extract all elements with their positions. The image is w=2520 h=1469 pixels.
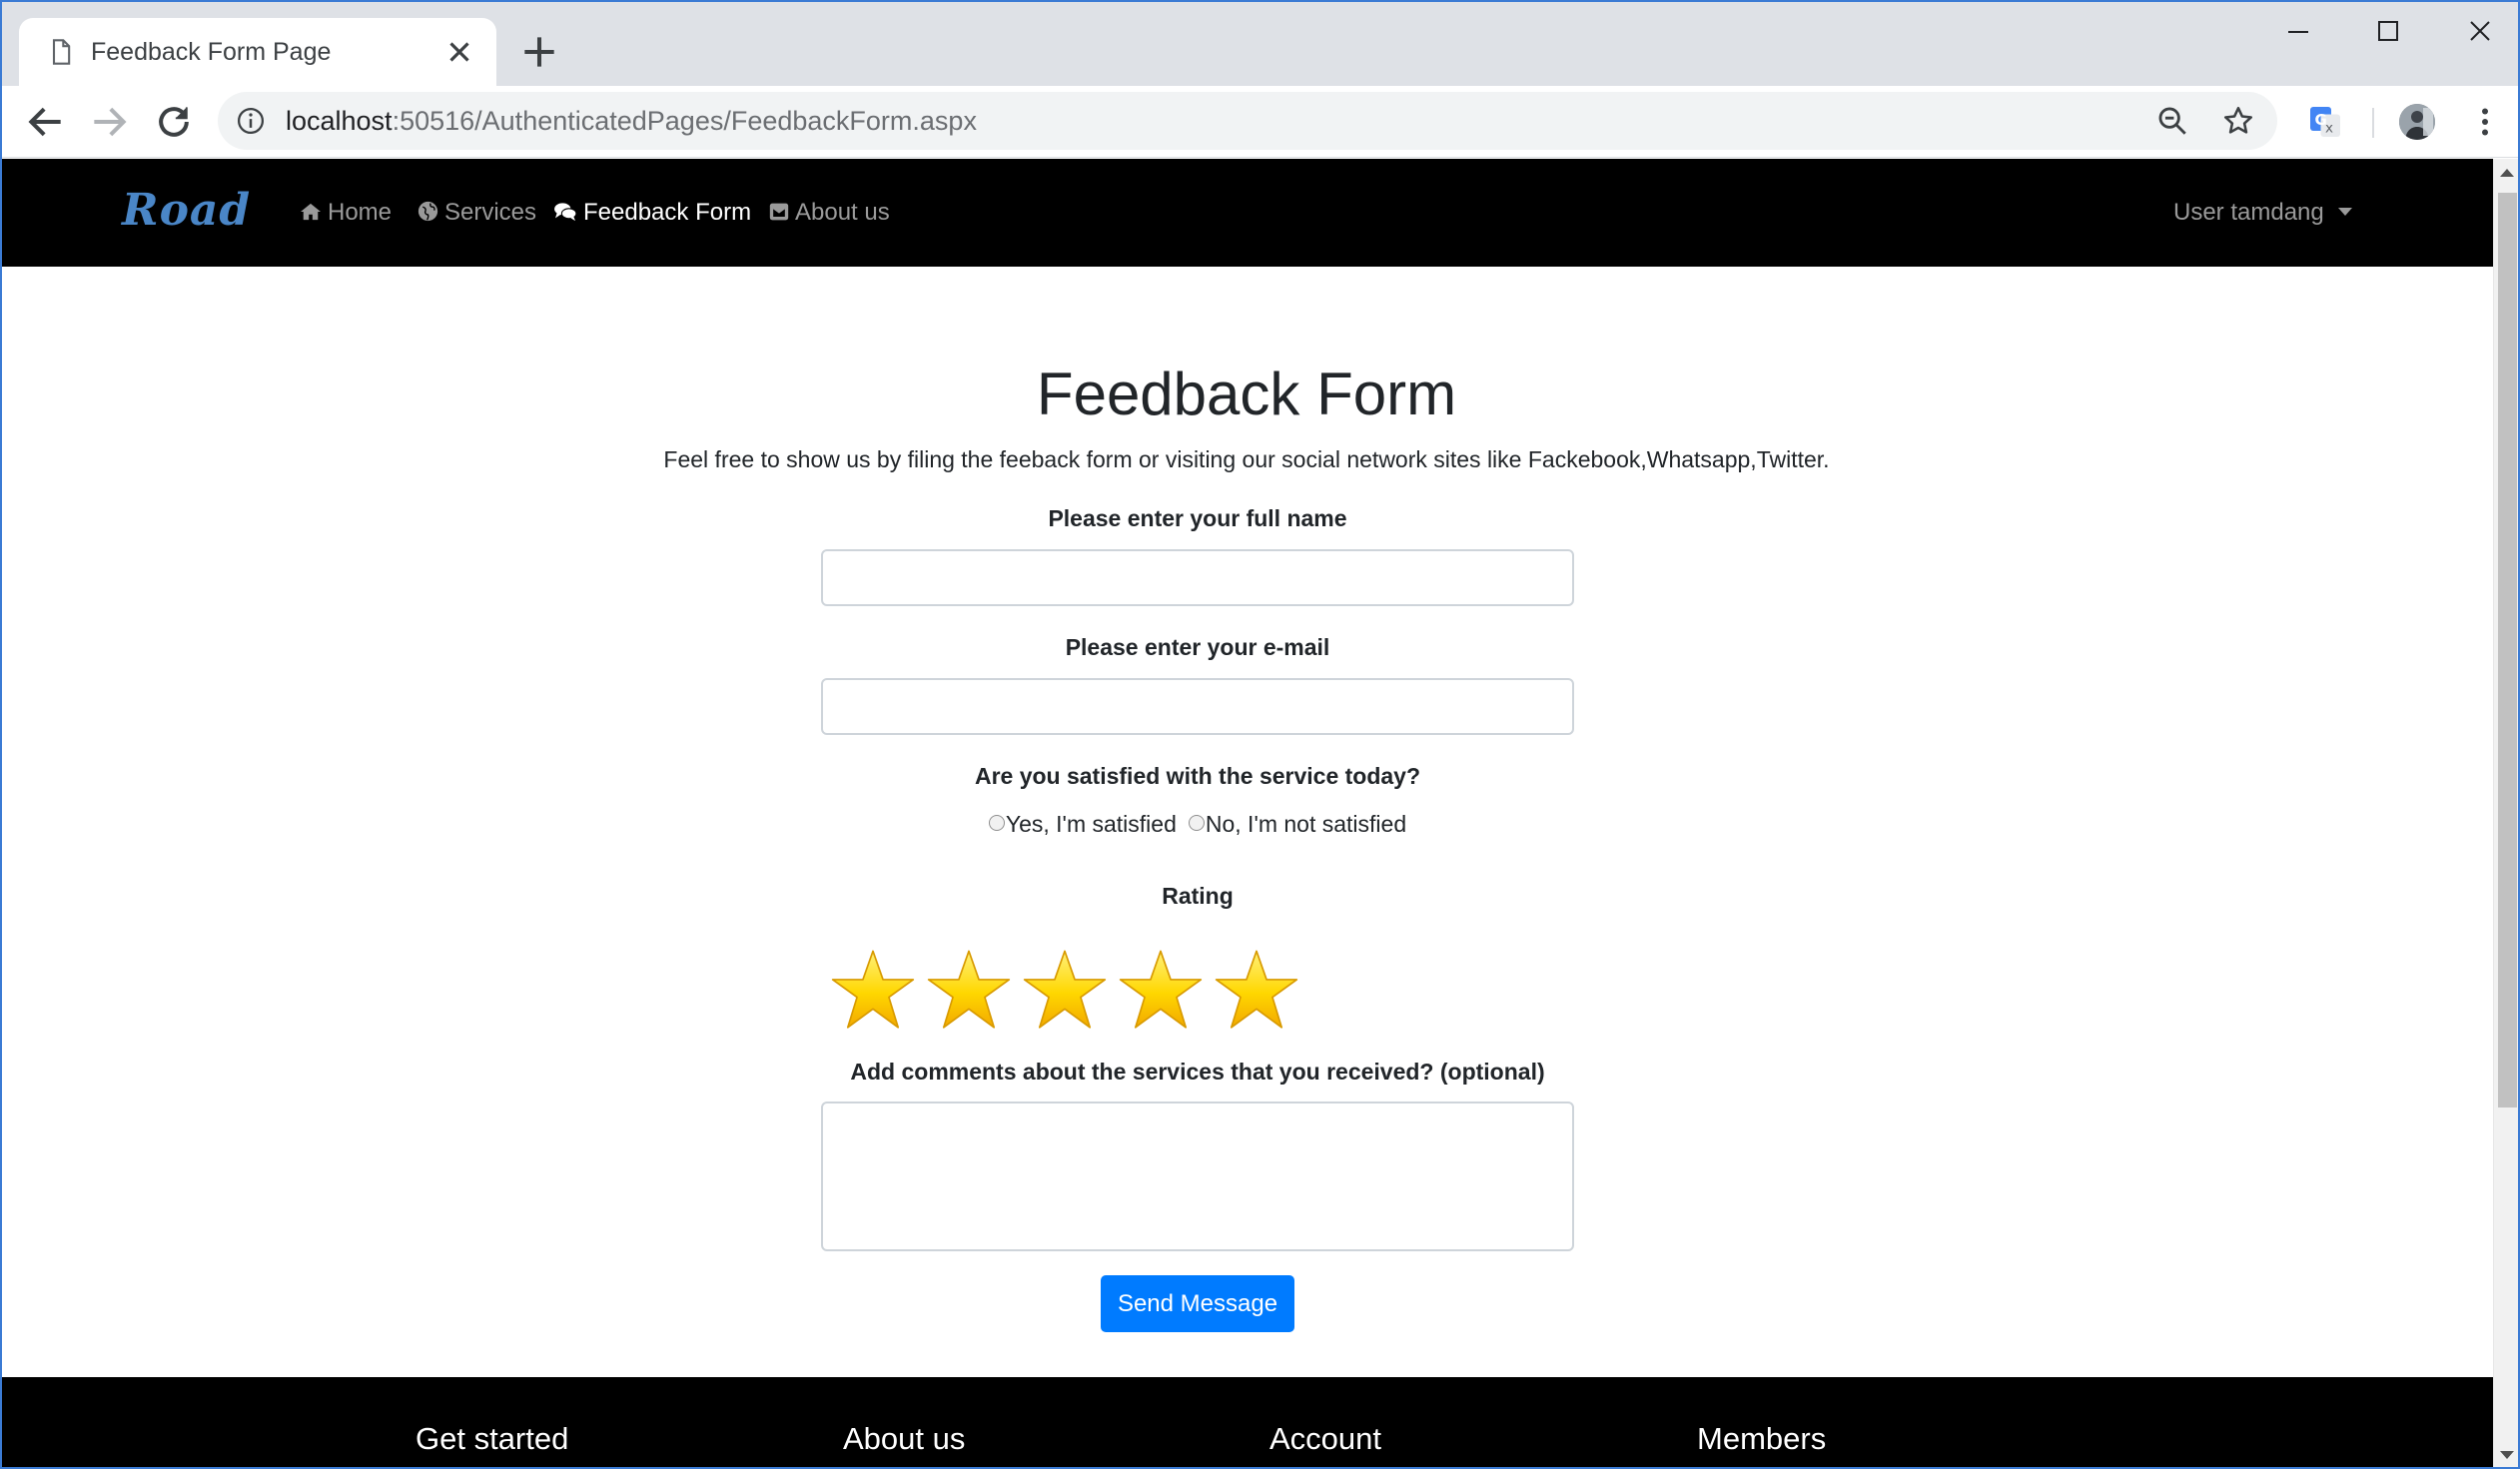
- envelope-icon: [769, 203, 789, 220]
- comments-label: Add comments about the services that you…: [850, 1059, 1545, 1085]
- minimize-icon[interactable]: [2268, 12, 2328, 52]
- maximize-icon[interactable]: [2358, 12, 2418, 52]
- reload-icon[interactable]: [152, 100, 196, 144]
- scroll-down-arrow-icon[interactable]: [2500, 1451, 2514, 1459]
- bookmark-star-icon[interactable]: [2221, 104, 2255, 138]
- satisfied-no-radio[interactable]: [1188, 814, 1205, 831]
- footer-heading-account: Account: [1269, 1421, 1382, 1456]
- menu-dots-icon[interactable]: [2467, 104, 2503, 140]
- scroll-up-arrow-icon[interactable]: [2500, 169, 2514, 177]
- nav-feedback-link[interactable]: Feedback Form: [553, 191, 751, 235]
- address-bar[interactable]: localhost:50516/AuthenticatedPages/Feedb…: [218, 92, 2277, 150]
- caret-down-icon: [2337, 207, 2352, 216]
- send-message-button[interactable]: Send Message: [1101, 1275, 1294, 1332]
- footer-heading-members: Members: [1697, 1421, 1827, 1456]
- email-input[interactable]: [821, 678, 1574, 735]
- forward-arrow-icon[interactable]: [87, 100, 131, 144]
- brand-logo[interactable]: Road: [122, 181, 251, 241]
- toolbar-separator: [2372, 108, 2374, 138]
- browser-tab[interactable]: Feedback Form Page: [19, 18, 496, 86]
- nav-home-link[interactable]: Home: [300, 191, 392, 235]
- satisfied-yes-radio[interactable]: [988, 814, 1005, 831]
- satisfaction-radio-group: Yes, I'm satisfied No, I'm not satisfied: [821, 807, 1574, 841]
- nav-services-link[interactable]: Services: [418, 191, 536, 235]
- user-menu-label: User tamdang: [2173, 199, 2324, 226]
- home-icon: [301, 203, 321, 220]
- rating-star-icon[interactable]: [831, 948, 915, 1032]
- comments-textarea[interactable]: [821, 1102, 1574, 1251]
- comments-icon: [554, 203, 577, 221]
- url-host: localhost: [286, 106, 393, 136]
- close-window-icon[interactable]: [2450, 12, 2510, 52]
- zoom-icon[interactable]: [2155, 104, 2189, 138]
- full-name-input[interactable]: [821, 549, 1574, 606]
- page-subtitle: Feel free to show us by filing the feeba…: [663, 446, 1830, 472]
- page-icon: [52, 39, 71, 65]
- page-scrollbar[interactable]: [2493, 159, 2520, 1469]
- email-label: Please enter your e-mail: [1065, 634, 1330, 660]
- user-menu-dropdown[interactable]: User tamdang: [2173, 191, 2352, 235]
- nav-about-link[interactable]: About us: [769, 191, 890, 235]
- back-arrow-icon[interactable]: [24, 100, 68, 144]
- page-title: Feedback Form: [1036, 361, 1457, 427]
- site-footer: Get started About us Account Members: [0, 1377, 2493, 1469]
- rating-star-icon[interactable]: [1023, 948, 1107, 1032]
- rating-label: Rating: [1162, 883, 1234, 909]
- full-name-label: Please enter your full name: [1048, 505, 1347, 531]
- scrollbar-thumb[interactable]: [2498, 193, 2517, 1107]
- url-text[interactable]: localhost:50516/AuthenticatedPages/Feedb…: [286, 102, 977, 140]
- globe-icon: [418, 202, 438, 222]
- browser-title-bar: Feedback Form Page: [0, 0, 2520, 86]
- footer-heading-about-us: About us: [843, 1421, 966, 1456]
- nav-home-label: Home: [328, 199, 393, 226]
- tab-title: Feedback Form Page: [91, 38, 332, 66]
- profile-avatar[interactable]: [2399, 104, 2435, 140]
- rating-star-icon[interactable]: [1215, 948, 1298, 1032]
- satisfaction-question: Are you satisfied with the service today…: [974, 763, 1421, 789]
- page-viewport: Road Home Services Feedback Form About u…: [0, 159, 2493, 1469]
- nav-about-label: About us: [795, 199, 890, 226]
- rating-star-icon[interactable]: [927, 948, 1011, 1032]
- translate-extension-icon[interactable]: G x: [2307, 104, 2343, 140]
- satisfied-yes-label[interactable]: Yes, I'm satisfied: [1006, 811, 1177, 837]
- browser-toolbar: localhost:50516/AuthenticatedPages/Feedb…: [0, 86, 2520, 158]
- svg-text:x: x: [2325, 121, 2333, 137]
- rating-star-icon[interactable]: [1119, 948, 1203, 1032]
- new-tab-icon[interactable]: [517, 30, 561, 74]
- profile-picture-icon: [2399, 104, 2435, 140]
- footer-heading-get-started: Get started: [416, 1421, 569, 1456]
- nav-services-label: Services: [444, 199, 537, 226]
- info-icon[interactable]: [236, 106, 266, 136]
- close-tab-icon[interactable]: [442, 35, 476, 69]
- satisfied-no-label[interactable]: No, I'm not satisfied: [1206, 811, 1406, 837]
- site-navbar: Road Home Services Feedback Form About u…: [0, 159, 2493, 267]
- nav-feedback-label: Feedback Form: [583, 199, 752, 226]
- url-path: :50516/AuthenticatedPages/FeedbackForm.a…: [392, 106, 977, 136]
